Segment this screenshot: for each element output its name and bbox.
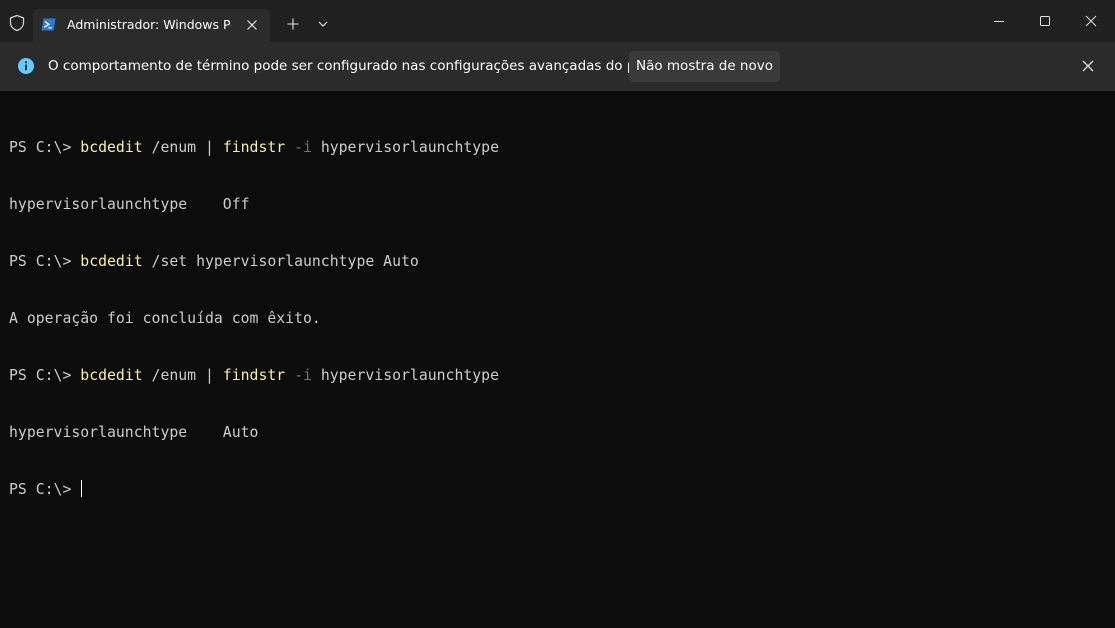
parameter: -i <box>285 367 312 384</box>
info-message: O comportamento de término pode ser conf… <box>48 58 666 74</box>
tab-powershell[interactable]: Administrador: Windows Pow <box>33 9 270 42</box>
plus-icon[interactable] <box>282 13 304 35</box>
prompt: PS C:\> <box>9 139 81 156</box>
close-icon[interactable] <box>1078 56 1098 76</box>
terminal-output[interactable]: PS C:\> bcdedit /enum | findstr -i hyper… <box>0 91 1115 628</box>
parameter: -i <box>285 139 312 156</box>
tab-title: Administrador: Windows Pow <box>67 17 231 32</box>
terminal-lines: PS C:\> bcdedit /enum | findstr -i hyper… <box>9 100 499 537</box>
scrollbar[interactable] <box>1109 91 1115 628</box>
prompt: PS C:\> <box>9 481 81 498</box>
dont-show-again-button[interactable]: Não mostra de novo <box>629 51 780 82</box>
terminal-line: PS C:\> bcdedit /set hypervisorlaunchtyp… <box>9 252 499 271</box>
shield-icon <box>9 14 25 32</box>
argument: hypervisorlaunchtype <box>311 139 499 156</box>
text-cursor <box>81 480 83 497</box>
argument: hypervisorlaunchtype <box>311 367 499 384</box>
info-icon <box>18 58 34 74</box>
prompt: PS C:\> <box>9 253 81 270</box>
title-bar[interactable]: Administrador: Windows Pow <box>0 0 1115 42</box>
argument: /enum | <box>142 367 223 384</box>
terminal-line: PS C:\> <box>9 480 499 499</box>
terminal-line: hypervisorlaunchtype Auto <box>9 424 259 441</box>
command: bcdedit <box>80 139 143 156</box>
maximize-icon[interactable] <box>1022 6 1068 36</box>
chevron-down-icon[interactable] <box>313 13 333 35</box>
close-window-icon[interactable] <box>1068 6 1114 36</box>
command: bcdedit <box>80 253 143 270</box>
command: findstr <box>222 139 286 156</box>
terminal-line: PS C:\> bcdedit /enum | findstr -i hyper… <box>9 366 499 385</box>
terminal-line: PS C:\> bcdedit /enum | findstr -i hyper… <box>9 138 499 157</box>
terminal-window: Administrador: Windows Pow O comportamen… <box>0 0 1115 628</box>
tab-close-icon[interactable] <box>243 16 261 34</box>
powershell-icon <box>41 18 56 31</box>
terminal-line: A operação foi concluída com êxito. <box>9 310 321 327</box>
info-bar: O comportamento de término pode ser conf… <box>0 42 1115 92</box>
prompt: PS C:\> <box>9 367 81 384</box>
terminal-line: hypervisorlaunchtype Off <box>9 196 250 213</box>
command: findstr <box>222 367 286 384</box>
argument: /set hypervisorlaunchtype Auto <box>142 253 419 270</box>
minimize-icon[interactable] <box>976 6 1022 36</box>
argument: /enum | <box>142 139 223 156</box>
command: bcdedit <box>80 367 143 384</box>
